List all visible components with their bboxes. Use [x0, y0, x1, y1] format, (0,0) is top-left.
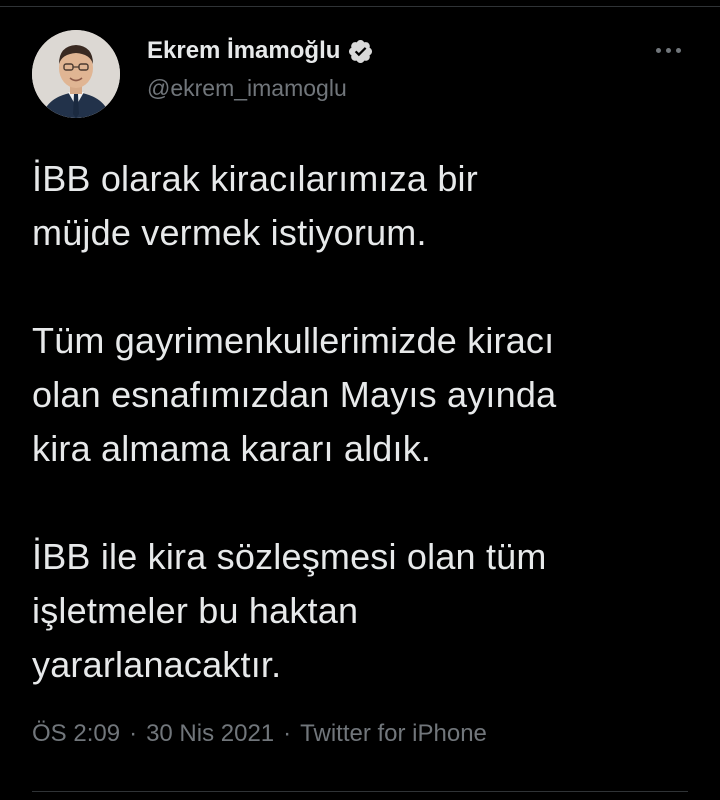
- more-dot: [655, 47, 661, 53]
- tweet-paragraph: İBB ile kira sözleşmesi olan tüm işletme…: [32, 530, 692, 692]
- user-handle[interactable]: @ekrem_imamoglu: [147, 75, 347, 102]
- tweet: Ekrem İmamoğlu @ekrem_imamoglu İBB olara…: [0, 0, 720, 800]
- tweet-line: müjde vermek istiyorum.: [32, 212, 427, 253]
- more-dot: [665, 47, 671, 53]
- tweet-line: olan esnafımızdan Mayıs ayında: [32, 374, 557, 415]
- bottom-divider: [32, 791, 688, 792]
- tweet-line: işletmeler bu haktan: [32, 590, 359, 631]
- tweet-line: İBB ile kira sözleşmesi olan tüm: [32, 536, 547, 577]
- avatar[interactable]: [32, 30, 120, 118]
- tweet-header: Ekrem İmamoğlu @ekrem_imamoglu: [32, 30, 692, 120]
- tweet-date[interactable]: 30 Nis 2021: [146, 720, 274, 748]
- top-divider: [0, 6, 720, 7]
- tweet-source[interactable]: Twitter for iPhone: [300, 720, 487, 748]
- tweet-paragraph: Tüm gayrimenkullerimizde kiracı olan esn…: [32, 314, 692, 476]
- tweet-line: kira almama kararı aldık.: [32, 428, 432, 469]
- tweet-meta: ÖS 2:09 · 30 Nis 2021 · Twitter for iPho…: [32, 720, 487, 748]
- tweet-line: İBB olarak kiracılarımıza bir: [32, 158, 478, 199]
- tweet-line: Tüm gayrimenkullerimizde kiracı: [32, 320, 555, 361]
- display-name[interactable]: Ekrem İmamoğlu: [147, 37, 340, 65]
- tweet-line: yararlanacaktır.: [32, 644, 282, 685]
- meta-separator: ·: [129, 720, 138, 747]
- verified-badge-icon: [347, 38, 374, 65]
- tweet-time[interactable]: ÖS 2:09: [32, 720, 120, 748]
- more-dot: [675, 47, 681, 53]
- meta-separator: ·: [283, 720, 292, 747]
- tweet-text: İBB olarak kiracılarımıza bir müjde verm…: [32, 152, 692, 692]
- tweet-paragraph: İBB olarak kiracılarımıza bir müjde verm…: [32, 152, 692, 260]
- name-row: Ekrem İmamoğlu: [147, 36, 374, 66]
- avatar-image: [32, 30, 120, 118]
- more-options-icon[interactable]: [650, 40, 686, 60]
